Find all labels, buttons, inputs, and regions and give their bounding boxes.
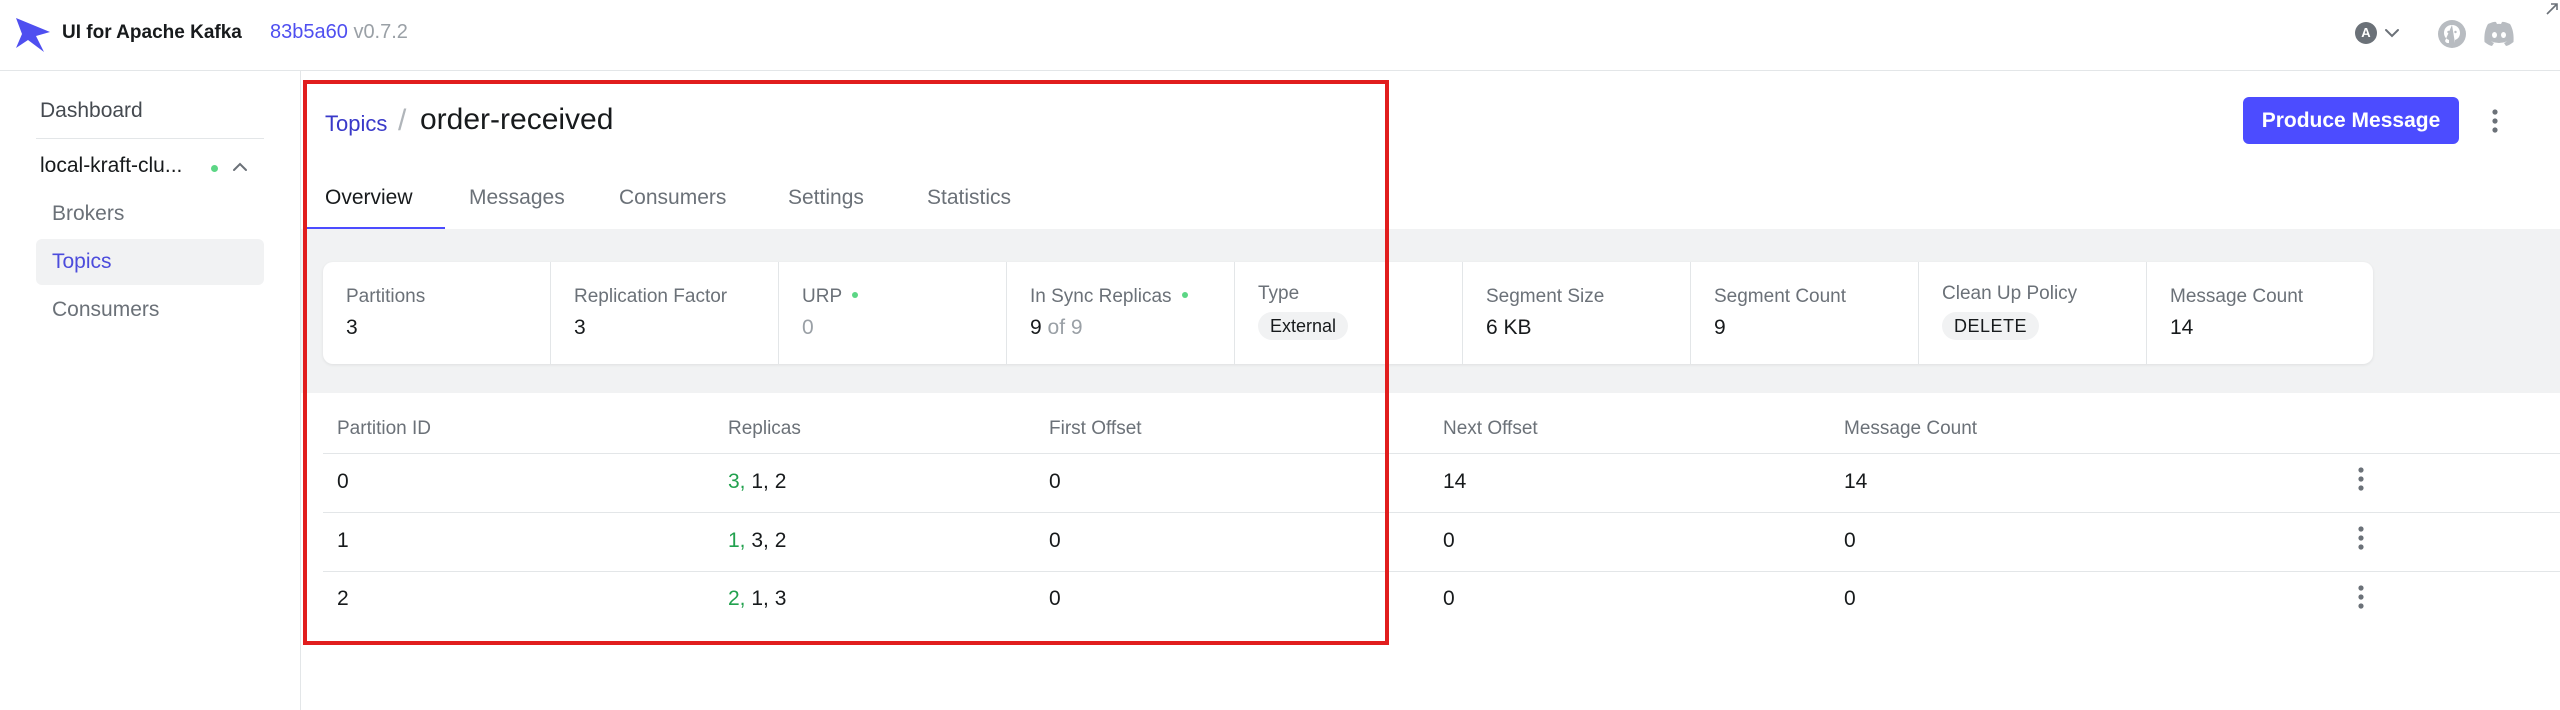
stat-label: Message Count (2170, 286, 2304, 307)
cell-partition-id: 1 (337, 529, 349, 552)
tab-statistics[interactable]: Statistics (927, 175, 1011, 229)
cell-partition-id: 0 (337, 470, 349, 493)
tab-overview[interactable]: Overview (305, 175, 445, 229)
discord-icon[interactable] (2482, 19, 2516, 49)
version-info: 83b5a60 v0.7.2 (270, 21, 408, 44)
cell-message-count: 14 (1844, 470, 1868, 493)
stat-value: 9 (1714, 316, 1726, 339)
stat-cleanup-policy: Clean Up Policy DELETE (1919, 262, 2147, 364)
user-avatar: A (2355, 22, 2377, 44)
chevron-down-icon (2385, 29, 2399, 38)
table-divider (323, 453, 2560, 454)
stat-value: 9 of 9 (1030, 316, 1083, 340)
cell-next-offset: 0 (1443, 529, 1455, 552)
app-name[interactable]: UI for Apache Kafka (62, 22, 242, 44)
stat-partitions: Partitions 3 (323, 262, 551, 364)
stat-type: Type External (1235, 262, 1463, 364)
column-header-message-count: Message Count (1844, 418, 1978, 439)
cell-next-offset: 14 (1443, 470, 1467, 493)
stat-in-sync-replicas: In Sync Replicas 9 of 9 (1007, 262, 1235, 364)
stat-label: Replication Factor (574, 286, 728, 307)
column-header-next-offset: Next Offset (1443, 418, 1538, 439)
cell-message-count: 0 (1844, 529, 1856, 552)
stat-value: 0 (802, 316, 814, 340)
version-label: v0.7.2 (353, 21, 408, 43)
row-actions-icon[interactable] (2353, 464, 2369, 494)
leader-replica: 3, (728, 470, 746, 493)
cell-next-offset: 0 (1443, 587, 1455, 610)
sidebar-item-dashboard[interactable]: Dashboard (40, 99, 143, 123)
stat-urp: URP 0 (779, 262, 1007, 364)
stat-label-text: In Sync Replicas (1030, 286, 1172, 307)
sidebar-item-consumers[interactable]: Consumers (36, 287, 264, 333)
sidebar: Dashboard local-kraft-clu... Brokers Top… (0, 71, 301, 710)
follower-replicas: 3, 2 (751, 529, 787, 552)
sidebar-divider (36, 138, 264, 139)
stat-replication-factor: Replication Factor 3 (551, 262, 779, 364)
sidebar-item-brokers[interactable]: Brokers (36, 191, 264, 237)
top-navbar: UI for Apache Kafka 83b5a60 v0.7.2 A (0, 0, 2560, 71)
column-header-partition-id: Partition ID (337, 418, 431, 439)
table-divider (323, 571, 2560, 572)
cluster-status-dot (211, 165, 218, 172)
in-sync-total: of 9 (1047, 316, 1083, 339)
stat-value: 14 (2170, 316, 2194, 339)
cell-message-count: 0 (1844, 587, 1856, 610)
page-title: order-received (420, 103, 614, 136)
table-divider (323, 512, 2560, 513)
type-tag: External (1258, 312, 1349, 340)
user-menu[interactable]: A (2355, 22, 2405, 50)
status-dot (1181, 291, 1188, 298)
more-options-icon[interactable] (2484, 106, 2506, 136)
tab-messages[interactable]: Messages (469, 175, 565, 229)
stat-value: 3 (574, 316, 586, 339)
stat-label-text: URP (802, 286, 843, 307)
row-actions-icon[interactable] (2353, 582, 2369, 612)
stat-label: Segment Count (1714, 286, 1847, 307)
cleanup-policy-tag: DELETE (1942, 312, 2040, 340)
sidebar-item-topics[interactable]: Topics (36, 239, 264, 285)
topic-stats-card: Partitions 3 Replication Factor 3 URP 0 … (323, 262, 2373, 364)
leader-replica: 2, (728, 587, 746, 610)
chevron-up-icon[interactable] (230, 157, 250, 177)
stat-label: Type (1258, 283, 1300, 304)
follower-replicas: 1, 2 (751, 470, 787, 493)
stat-segment-size: Segment Size 6 KB (1463, 262, 1691, 364)
column-header-replicas: Replicas (728, 418, 801, 439)
cell-replicas: 2, 1, 3 (728, 587, 786, 611)
leader-replica: 1, (728, 529, 746, 552)
follower-replicas: 1, 3 (751, 587, 787, 610)
tab-settings[interactable]: Settings (788, 175, 864, 229)
in-sync-count: 9 (1030, 316, 1042, 339)
github-icon[interactable] (2436, 18, 2468, 50)
breadcrumb-topics-link[interactable]: Topics (325, 111, 387, 137)
stat-label: Segment Size (1486, 286, 1605, 307)
cell-first-offset: 0 (1049, 470, 1061, 493)
cell-partition-id: 2 (337, 587, 349, 610)
collapse-icon[interactable] (2545, 2, 2559, 16)
breadcrumb-separator: / (398, 104, 407, 137)
cell-replicas: 1, 3, 2 (728, 529, 786, 553)
stat-label: URP (802, 286, 859, 308)
stat-message-count: Message Count 14 (2147, 262, 2373, 364)
stat-label: Partitions (346, 286, 426, 307)
tab-consumers[interactable]: Consumers (619, 175, 726, 229)
stat-segment-count: Segment Count 9 (1691, 262, 1919, 364)
produce-message-button[interactable]: Produce Message (2243, 97, 2459, 144)
column-header-first-offset: First Offset (1049, 418, 1142, 439)
version-hash-link[interactable]: 83b5a60 (270, 21, 348, 43)
cell-first-offset: 0 (1049, 529, 1061, 552)
row-actions-icon[interactable] (2353, 523, 2369, 553)
stat-value: 3 (346, 316, 358, 339)
sidebar-cluster-name[interactable]: local-kraft-clu... (40, 154, 182, 178)
kafka-logo-icon[interactable] (14, 16, 54, 54)
stat-label: In Sync Replicas (1030, 286, 1188, 308)
status-dot (852, 291, 859, 298)
cell-first-offset: 0 (1049, 587, 1061, 610)
urp-value: 0 (802, 316, 814, 339)
stat-value: 6 KB (1486, 316, 1532, 339)
stat-label: Clean Up Policy (1942, 283, 2078, 304)
cell-replicas: 3, 1, 2 (728, 470, 786, 494)
